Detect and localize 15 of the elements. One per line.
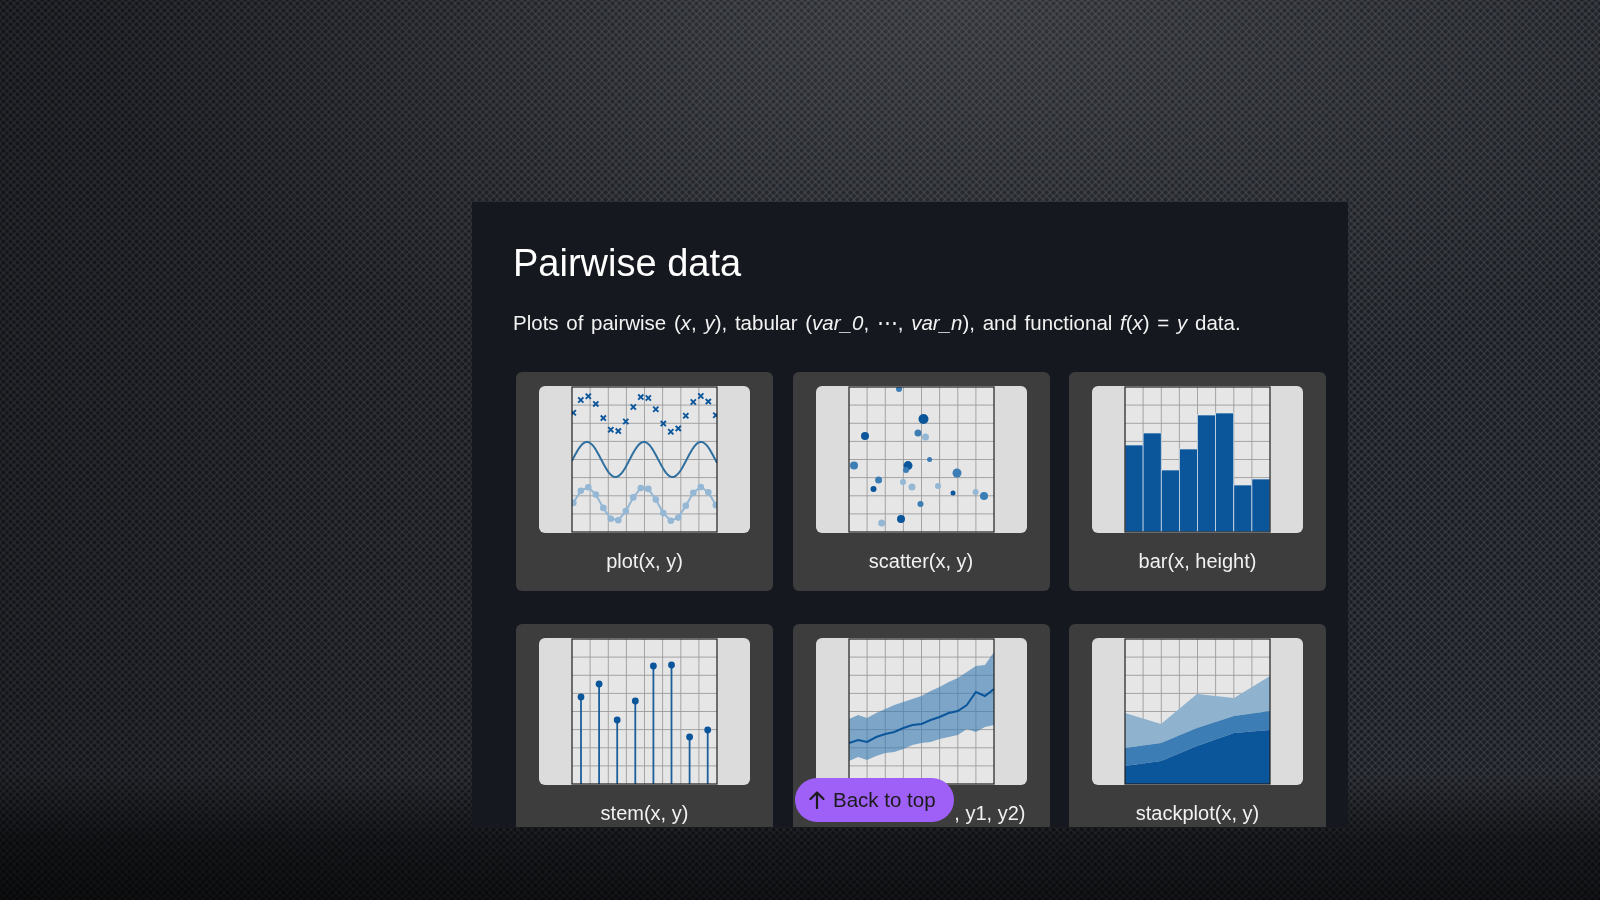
back-to-top-button[interactable]: Back to top <box>795 778 954 822</box>
card-caption: plot(x, y) <box>606 548 683 573</box>
section-description: Plots of pairwise (x, y), tabular (var_0, ⋯, var_n), and functional f(x) = y data. <box>513 309 1241 336</box>
card-caption: , y1, y2) <box>954 800 1026 825</box>
card-caption: bar(x, height) <box>1138 548 1257 573</box>
card-caption: scatter(x, y) <box>868 548 974 573</box>
gallery-card[interactable]: bar(x, height) <box>1069 371 1326 591</box>
gallery-card[interactable]: scatter(x, y) <box>792 371 1050 591</box>
gallery-card[interactable]: stem(x, y) <box>516 623 773 827</box>
gallery-card[interactable]: stackplot(x, y) <box>1069 623 1326 827</box>
gallery-card[interactable]: plot(x, y) <box>516 371 773 591</box>
section-title: Pairwise data <box>513 241 742 286</box>
card-caption: stem(x, y) <box>600 800 689 825</box>
card-caption: stackplot(x, y) <box>1135 800 1260 825</box>
arrow-up-icon <box>809 791 825 809</box>
